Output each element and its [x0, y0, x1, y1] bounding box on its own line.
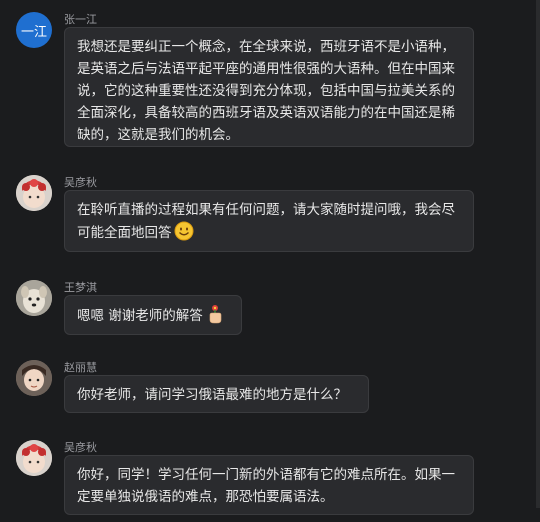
message-item: 一江 张一江 我想还是要纠正一个概念，在全球来说，西班牙语不是小语种，是英语之后… [0, 0, 536, 160]
sender-name: 张一江 [64, 13, 97, 26]
sender-name: 赵丽慧 [64, 361, 97, 374]
baby-avatar-icon [16, 175, 52, 211]
avatar[interactable] [16, 440, 52, 476]
dog-avatar-icon [16, 280, 52, 316]
message-item: 吴彦秋 你好，同学！学习任何一门新的外语都有它的难点所在。如果一定要单独说俄语的… [0, 432, 536, 522]
flower-hand-emoji-icon [209, 305, 222, 324]
message-text: 在聆听直播的过程如果有任何问题，请大家随时提问哦，我会尽可能全面地回答 [77, 202, 455, 241]
avatar[interactable] [16, 360, 52, 396]
avatar[interactable]: 一江 [16, 12, 52, 48]
avatar-initials: 一江 [20, 24, 47, 40]
message-bubble: 在聆听直播的过程如果有任何问题，请大家随时提问哦，我会尽可能全面地回答 [64, 190, 474, 252]
message-item: 吴彦秋 在聆听直播的过程如果有任何问题，请大家随时提问哦，我会尽可能全面地回答 [0, 165, 536, 260]
message-text: 你好老师，请问学习俄语最难的地方是什么？ [77, 387, 347, 403]
message-text: 嗯嗯 谢谢老师的解答 [77, 308, 203, 324]
message-text: 你好，同学！学习任何一门新的外语都有它的难点所在。如果一定要单独说俄语的难点，那… [77, 467, 455, 505]
avatar[interactable] [16, 175, 52, 211]
message-bubble: 你好老师，请问学习俄语最难的地方是什么？ [64, 375, 369, 413]
smile-emoji-icon [174, 221, 193, 241]
sender-name: 王梦淇 [64, 281, 97, 294]
avatar[interactable] [16, 280, 52, 316]
message-item: 王梦淇 嗯嗯 谢谢老师的解答 [0, 270, 536, 345]
message-bubble: 你好，同学！学习任何一门新的外语都有它的难点所在。如果一定要单独说俄语的难点，那… [64, 455, 474, 515]
sender-name: 吴彦秋 [64, 441, 97, 454]
message-item: 赵丽慧 你好老师，请问学习俄语最难的地方是什么？ [0, 352, 536, 432]
scrollbar[interactable] [536, 0, 540, 508]
child-avatar-icon [16, 360, 52, 396]
message-bubble: 我想还是要纠正一个概念，在全球来说，西班牙语不是小语种，是英语之后与法语平起平座… [64, 27, 474, 147]
message-text: 我想还是要纠正一个概念，在全球来说，西班牙语不是小语种，是英语之后与法语平起平座… [77, 39, 455, 143]
baby-avatar-icon [16, 440, 52, 476]
message-bubble: 嗯嗯 谢谢老师的解答 [64, 295, 242, 335]
sender-name: 吴彦秋 [64, 176, 97, 189]
